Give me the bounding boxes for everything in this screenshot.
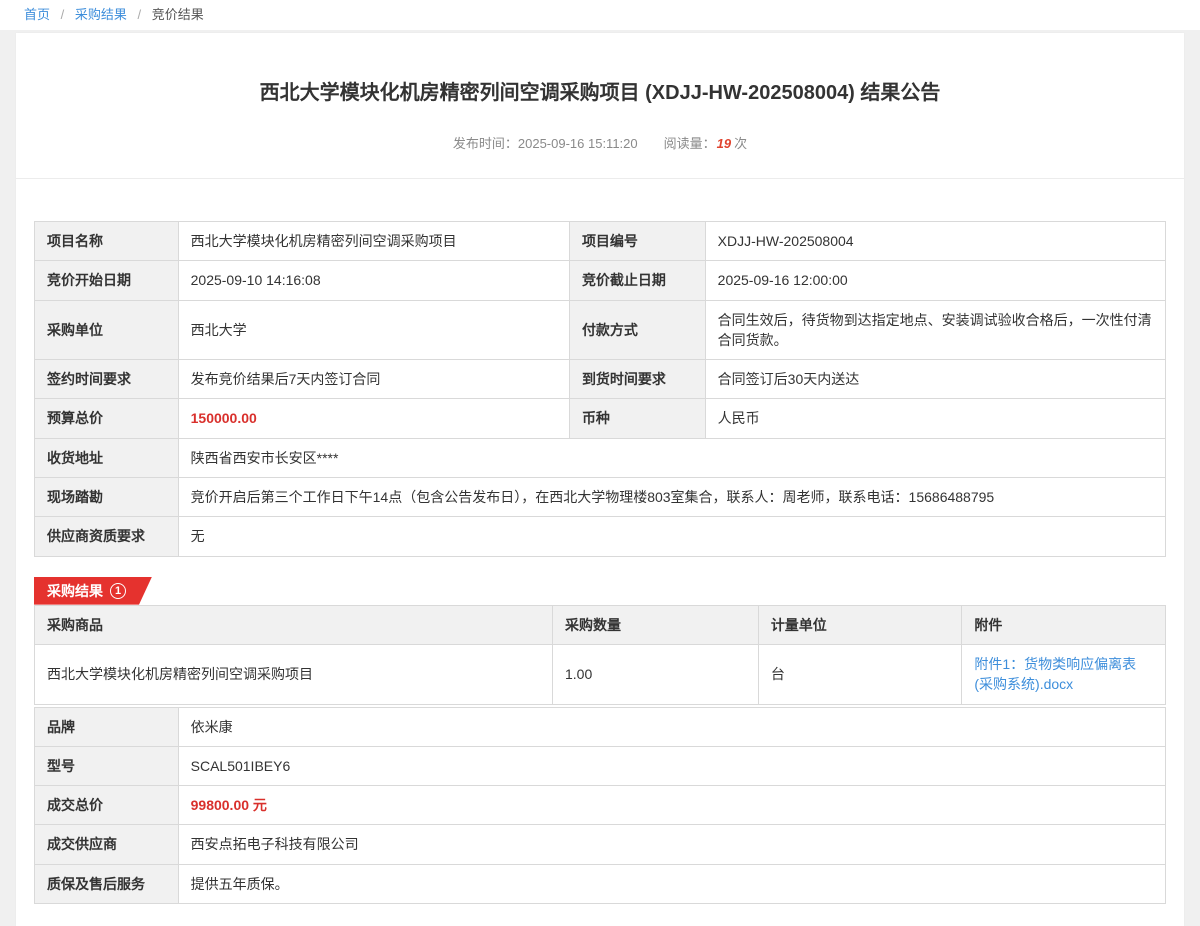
header-quantity: 采购数量	[552, 605, 758, 644]
table-row: 西北大学模块化机房精密列间空调采购项目 1.00 台 附件1：货物类响应偏离表(…	[35, 644, 1166, 704]
warranty-label: 质保及售后服务	[35, 864, 179, 903]
model-label: 型号	[35, 746, 179, 785]
deal-price-label: 成交总价	[35, 786, 179, 825]
views-unit: 次	[734, 136, 747, 151]
table-row: 竞价开始日期 2025-09-10 14:16:08 竞价截止日期 2025-0…	[35, 261, 1166, 300]
project-name-label: 项目名称	[35, 222, 179, 261]
unit-cell: 台	[758, 644, 962, 704]
signing-time-value: 发布竞价结果后7天内签订合同	[178, 360, 569, 399]
table-row: 现场踏勘 竞价开启后第三个工作日下午14点（包含公告发布日），在西北大学物理楼8…	[35, 478, 1166, 517]
announcement-card: 西北大学模块化机房精密列间空调采购项目 (XDJJ-HW-202508004) …	[16, 33, 1184, 926]
signing-time-label: 签约时间要求	[35, 360, 179, 399]
site-survey-label: 现场踏勘	[35, 478, 179, 517]
warranty-value: 提供五年质保。	[178, 864, 1165, 903]
project-number-label: 项目编号	[569, 222, 705, 261]
delivery-address-value: 陕西省西安市长安区****	[178, 438, 1165, 477]
delivery-time-value: 合同签订后30天内送达	[705, 360, 1165, 399]
delivery-address-label: 收货地址	[35, 438, 179, 477]
breadcrumb: 首页 / 采购结果 / 竞价结果	[0, 0, 1200, 30]
attachment-link[interactable]: 附件1：货物类响应偏离表(采购系统).docx	[974, 656, 1136, 692]
table-header-row: 采购商品 采购数量 计量单位 附件	[35, 605, 1166, 644]
purchase-result-ribbon: 采购结果 1	[34, 577, 152, 605]
breadcrumb-separator: /	[138, 7, 142, 22]
budget-total-label: 预算总价	[35, 399, 179, 438]
table-row: 成交总价 99800.00 元	[35, 786, 1166, 825]
page-title: 西北大学模块化机房精密列间空调采购项目 (XDJJ-HW-202508004) …	[34, 33, 1166, 107]
bid-end-date-label: 竞价截止日期	[569, 261, 705, 300]
header-product: 采购商品	[35, 605, 553, 644]
table-row: 品牌 依米康	[35, 707, 1166, 746]
breadcrumb-link-home[interactable]: 首页	[24, 7, 50, 22]
payment-method-value: 合同生效后，待货物到达指定地点、安装调试验收合格后，一次性付清合同货款。	[705, 300, 1165, 360]
brand-value: 依米康	[178, 707, 1165, 746]
bid-start-date-value: 2025-09-10 14:16:08	[178, 261, 569, 300]
result-count-badge: 1	[110, 583, 126, 599]
site-survey-value: 竞价开启后第三个工作日下午14点（包含公告发布日），在西北大学物理楼803室集合…	[178, 478, 1165, 517]
project-info-table: 项目名称 西北大学模块化机房精密列间空调采购项目 项目编号 XDJJ-HW-20…	[34, 221, 1166, 557]
table-row: 采购单位 西北大学 付款方式 合同生效后，待货物到达指定地点、安装调试验收合格后…	[35, 300, 1166, 360]
views-count: 19	[717, 136, 731, 151]
budget-total-value: 150000.00	[178, 399, 569, 438]
bid-start-date-label: 竞价开始日期	[35, 261, 179, 300]
table-row: 成交供应商 西安点拓电子科技有限公司	[35, 825, 1166, 864]
model-value: SCAL501IBEY6	[178, 746, 1165, 785]
table-row: 型号 SCAL501IBEY6	[35, 746, 1166, 785]
publish-time-value: 2025-09-16 15:11:20	[518, 136, 638, 151]
payment-method-label: 付款方式	[569, 300, 705, 360]
goods-table: 采购商品 采购数量 计量单位 附件 西北大学模块化机房精密列间空调采购项目 1.…	[34, 605, 1166, 705]
breadcrumb-current: 竞价结果	[152, 7, 204, 22]
project-name-value: 西北大学模块化机房精密列间空调采购项目	[178, 222, 569, 261]
winning-supplier-value: 西安点拓电子科技有限公司	[178, 825, 1165, 864]
supplier-qualification-value: 无	[178, 517, 1165, 556]
supplier-qualification-label: 供应商资质要求	[35, 517, 179, 556]
attachment-cell: 附件1：货物类响应偏离表(采购系统).docx	[962, 644, 1166, 704]
views-label: 阅读量：	[664, 136, 716, 151]
table-row: 签约时间要求 发布竞价结果后7天内签订合同 到货时间要求 合同签订后30天内送达	[35, 360, 1166, 399]
product-name-cell: 西北大学模块化机房精密列间空调采购项目	[35, 644, 553, 704]
purchaser-value: 西北大学	[178, 300, 569, 360]
table-row: 预算总价 150000.00 币种 人民币	[35, 399, 1166, 438]
bid-end-date-value: 2025-09-16 12:00:00	[705, 261, 1165, 300]
announcement-meta: 发布时间：2025-09-16 15:11:20 阅读量：19次	[34, 133, 1166, 152]
table-row: 收货地址 陕西省西安市长安区****	[35, 438, 1166, 477]
deal-price-value: 99800.00 元	[178, 786, 1165, 825]
purchase-result-ribbon-label: 采购结果	[47, 582, 103, 600]
header-unit: 计量单位	[758, 605, 962, 644]
currency-label: 币种	[569, 399, 705, 438]
winning-supplier-label: 成交供应商	[35, 825, 179, 864]
quantity-cell: 1.00	[552, 644, 758, 704]
publish-time-label: 发布时间：	[453, 136, 518, 151]
table-row: 项目名称 西北大学模块化机房精密列间空调采购项目 项目编号 XDJJ-HW-20…	[35, 222, 1166, 261]
table-row: 质保及售后服务 提供五年质保。	[35, 864, 1166, 903]
breadcrumb-separator: /	[61, 7, 65, 22]
delivery-time-label: 到货时间要求	[569, 360, 705, 399]
table-row: 供应商资质要求 无	[35, 517, 1166, 556]
currency-value: 人民币	[705, 399, 1165, 438]
deal-detail-table: 品牌 依米康 型号 SCAL501IBEY6 成交总价 99800.00 元 成…	[34, 707, 1166, 904]
purchaser-label: 采购单位	[35, 300, 179, 360]
breadcrumb-link-procurement-results[interactable]: 采购结果	[75, 7, 127, 22]
section-divider	[16, 178, 1184, 179]
brand-label: 品牌	[35, 707, 179, 746]
project-number-value: XDJJ-HW-202508004	[705, 222, 1165, 261]
header-attachment: 附件	[962, 605, 1166, 644]
